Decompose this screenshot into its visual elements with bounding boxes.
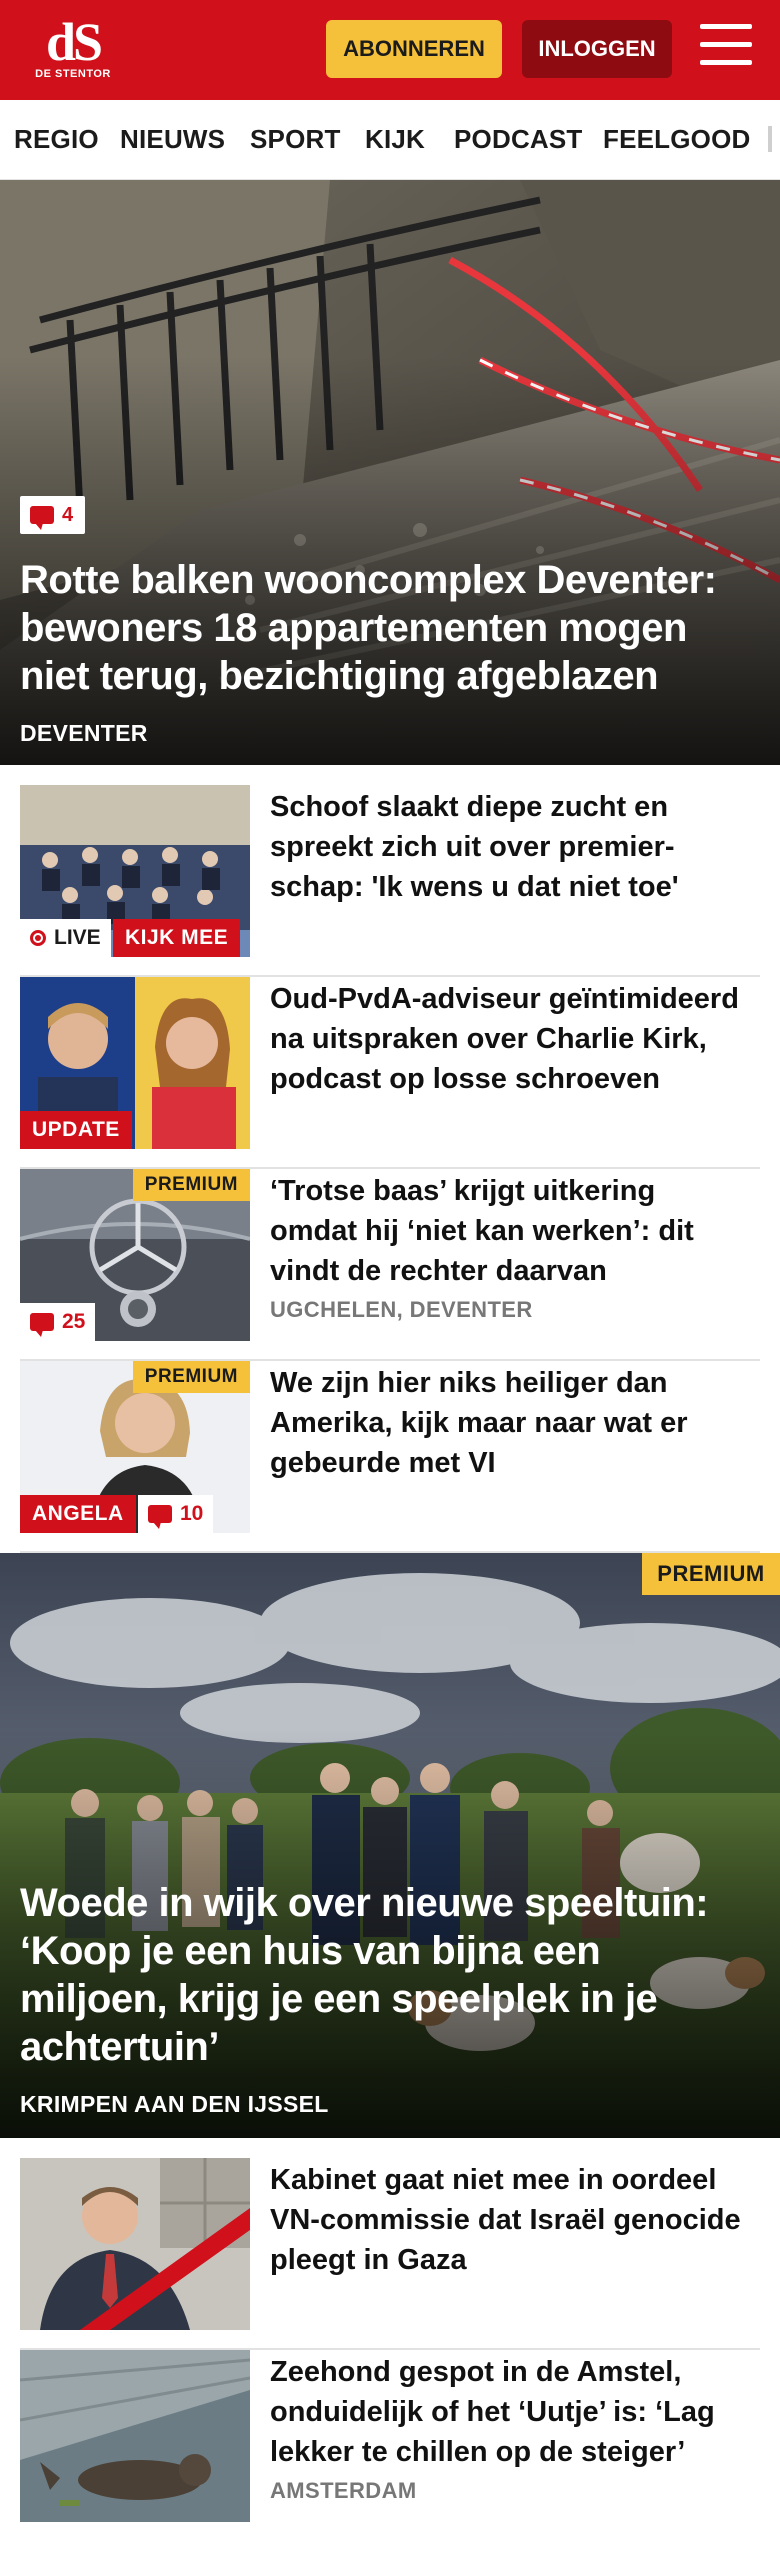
article-kicker: AMSTERDAM (270, 2478, 417, 2503)
article-row-trotse-baas[interactable]: PREMIUM 25 ‘Trotse baas’ krijgt uitkerin… (20, 1169, 760, 1361)
comment-count: 10 (180, 1502, 204, 1525)
nav-item-podcast[interactable]: PODCAST (454, 124, 583, 155)
subscribe-button[interactable]: ABONNEREN (326, 20, 502, 78)
comment-icon (30, 506, 54, 530)
comment-count: 25 (62, 1310, 86, 1333)
nav-overflow-indicator (768, 126, 772, 152)
article-row-kabinet-israel[interactable]: Kabinet gaat niet mee in oordeel VN-comm… (20, 2158, 760, 2350)
comment-count-badge: 4 (20, 496, 86, 534)
thumbnail-mercedes-star: PREMIUM 25 (20, 1169, 250, 1341)
comment-icon (30, 1313, 54, 1337)
comment-count-badge: 10 (138, 1495, 214, 1533)
article-title: ‘Trotse baas’ krijgt uitkering omdat hij… (270, 1175, 694, 1287)
thumbnail-podcast-hosts: UPDATE (20, 977, 250, 1149)
nav-item-kijk[interactable]: KIJK (365, 124, 425, 155)
article-row-zeehond[interactable]: Zeehond gespot in de Amstel, onduidelijk… (20, 2350, 760, 2542)
hero-article-speeltuin[interactable]: PREMIUM Woede in wijk over nieuwe speelt… (0, 1553, 780, 2138)
article-title: We zijn hier niks heiliger dan Amerika, … (270, 1367, 688, 1479)
article-title: Zeehond gespot in de Amstel, onduidelijk… (270, 2356, 715, 2468)
article-kicker: UGCHELEN, DEVENTER (270, 1297, 533, 1322)
hero-title: Woede in wijk over nieuwe speeltuin: ‘Ko… (20, 1881, 709, 2069)
update-badge: UPDATE (20, 1111, 132, 1149)
top-bar: dS DE STENTOR ABONNEREN INLOGGEN (0, 0, 780, 100)
hero-kicker: DEVENTER (20, 720, 148, 746)
thumbnail-seal (20, 2350, 250, 2522)
premium-badge: PREMIUM (642, 1553, 780, 1595)
nav-item-feelgood[interactable]: FEELGOOD (603, 124, 751, 155)
nav-item-sport[interactable]: SPORT (250, 124, 341, 155)
nav-item-regio[interactable]: REGIO (14, 124, 99, 155)
thumbnail-parliament: LIVE KIJK MEE (20, 785, 250, 957)
premium-badge: PREMIUM (132, 1361, 250, 1393)
thumbnail-columnist: PREMIUM ANGELA 10 (20, 1361, 250, 1533)
live-label: LIVE (54, 926, 101, 949)
live-badge: LIVE (20, 919, 111, 957)
hero-article-deventer[interactable]: 4 Rotte balken wooncomplex Deventer: bew… (0, 180, 780, 765)
hero-title: Rotte balken wooncomplex Deventer: bewon… (20, 558, 717, 698)
comment-count-badge: 25 (20, 1303, 96, 1341)
article-title: Schoof slaakt diepe zucht en spreekt zic… (270, 791, 679, 903)
premium-badge: PREMIUM (132, 1169, 250, 1201)
hero-kicker: KRIMPEN AAN DEN IJSSEL (20, 2091, 329, 2117)
live-dot-icon (30, 930, 46, 946)
thumbnail-minister (20, 2158, 250, 2330)
section-nav: REGIO NIEUWS SPORT KIJK PODCAST FEELGOOD (0, 100, 780, 180)
logo-mark: dS (45, 12, 103, 72)
watch-badge: KIJK MEE (113, 919, 241, 957)
hamburger-menu-icon[interactable] (700, 24, 752, 74)
logo-name: DE STENTOR (35, 68, 111, 80)
author-badge: ANGELA (20, 1495, 136, 1533)
article-row-column-angela[interactable]: PREMIUM ANGELA 10 We zijn hier niks heil… (20, 1361, 760, 1553)
article-title: Oud-PvdA-adviseur geïntimi­deerd na uits… (270, 983, 739, 1095)
comment-count: 4 (62, 503, 74, 526)
login-button[interactable]: INLOGGEN (522, 20, 672, 78)
logo[interactable]: dS DE STENTOR (28, 14, 118, 86)
comment-icon (148, 1505, 172, 1529)
nav-item-nieuws[interactable]: NIEUWS (120, 124, 225, 155)
article-row-schoof[interactable]: LIVE KIJK MEE Schoof slaakt diepe zucht … (20, 785, 760, 977)
article-title: Kabinet gaat niet mee in oordeel VN-comm… (270, 2164, 741, 2276)
article-row-pvda-adviseur[interactable]: UPDATE Oud-PvdA-adviseur geïntimi­deerd … (20, 977, 760, 1169)
